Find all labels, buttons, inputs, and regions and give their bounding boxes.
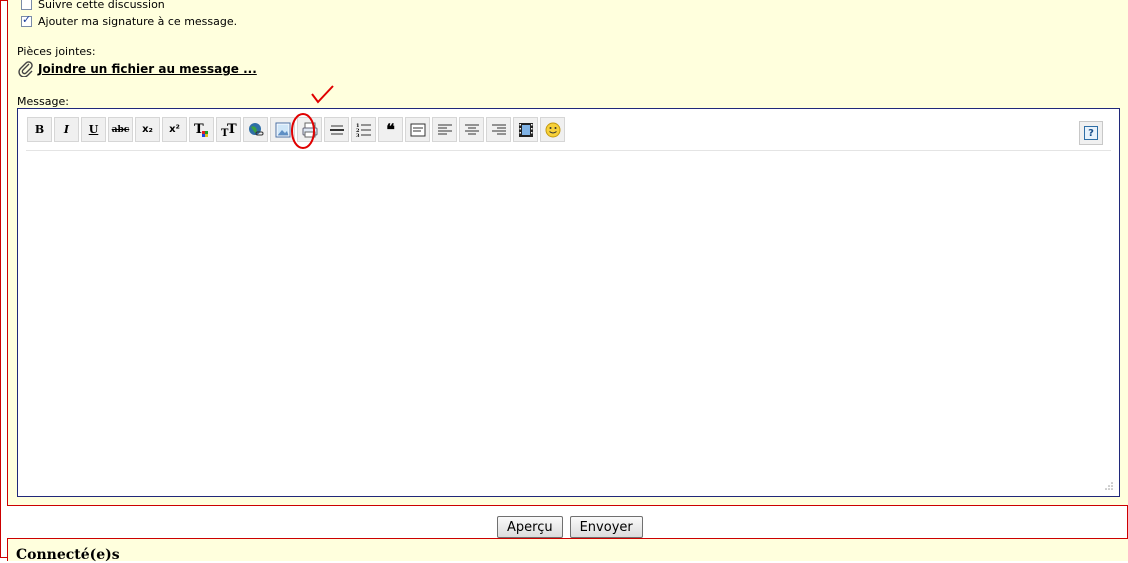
film-icon [518,122,533,137]
signature-label: Ajouter ma signature à ce message. [38,15,238,28]
smiley-button[interactable] [540,117,565,142]
editor-help-button[interactable]: ? [1079,121,1103,145]
follow-option[interactable]: Suivre cette discussion [21,0,165,11]
superscript-icon: x² [169,124,180,135]
attach-file-row[interactable]: Joindre un fichier au message ... [18,61,257,77]
signature-checkbox[interactable] [21,13,32,27]
superscript-button[interactable]: x² [162,117,187,142]
insert-link-button[interactable] [243,117,268,142]
strikethrough-icon: abc [111,124,130,135]
bold-icon: B [34,123,45,136]
text-color-button[interactable]: T [189,117,214,142]
strikethrough-button[interactable]: abc [108,117,133,142]
video-button[interactable] [513,117,538,142]
svg-text:3: 3 [356,133,360,139]
numbered-list-icon: 123 [356,123,371,139]
form-actions: Aperçu Envoyer [497,516,643,538]
help-icon: ? [1084,126,1098,140]
connected-heading: Connecté(e)s [16,547,120,563]
italic-button[interactable]: I [54,117,79,142]
smiley-icon [545,122,560,137]
underline-button[interactable]: U [81,117,106,142]
align-left-icon [437,124,452,134]
message-editor[interactable]: B I U abc x₂ x² T T T 1 2 3 ❝ ? [17,108,1120,497]
quote-button[interactable]: ❝ [378,117,403,142]
align-left-button[interactable] [432,117,457,142]
horizontal-rule-button[interactable] [324,117,349,142]
text-color-icon: T [194,122,208,137]
italic-icon: I [63,123,70,136]
send-button[interactable]: Envoyer [569,516,643,538]
quote-icon: ❝ [386,120,395,139]
bold-button[interactable]: B [27,117,52,142]
horizontal-rule-icon [329,125,344,134]
align-right-icon [491,124,506,134]
align-center-icon [464,124,479,134]
numbered-list-button[interactable]: 123 [351,117,376,142]
message-label: Message: [17,95,69,108]
svg-text:T: T [227,122,237,137]
insert-image-button[interactable] [270,117,295,142]
resize-handle-icon[interactable] [1103,480,1113,490]
subscript-button[interactable]: x₂ [135,117,160,142]
printer-icon [302,122,317,137]
attachments-label: Pièces jointes: [17,45,96,58]
preview-button[interactable]: Aperçu [497,516,563,538]
underline-icon: U [88,123,99,136]
toolbar-divider [26,150,1111,151]
attach-file-link[interactable]: Joindre un fichier au message ... [38,62,257,76]
font-size-icon: T T [221,122,237,139]
text-block-icon [410,123,425,136]
align-right-button[interactable] [486,117,511,142]
message-textarea[interactable] [24,155,1113,482]
globe-link-icon [248,122,263,135]
code-button[interactable] [297,117,322,142]
subscript-icon: x₂ [142,124,153,135]
follow-label: Suivre cette discussion [38,0,165,11]
follow-checkbox[interactable] [21,0,32,10]
signature-option[interactable]: Ajouter ma signature à ce message. [21,13,238,28]
reply-form-panel: Suivre cette discussion Ajouter ma signa… [7,0,1128,506]
image-icon [275,122,290,137]
align-center-button[interactable] [459,117,484,142]
spoiler-button[interactable] [405,117,430,142]
paperclip-icon [18,61,33,77]
font-size-button[interactable]: T T [216,117,241,142]
editor-toolbar: B I U abc x₂ x² T T T 1 2 3 ❝ [27,117,565,145]
